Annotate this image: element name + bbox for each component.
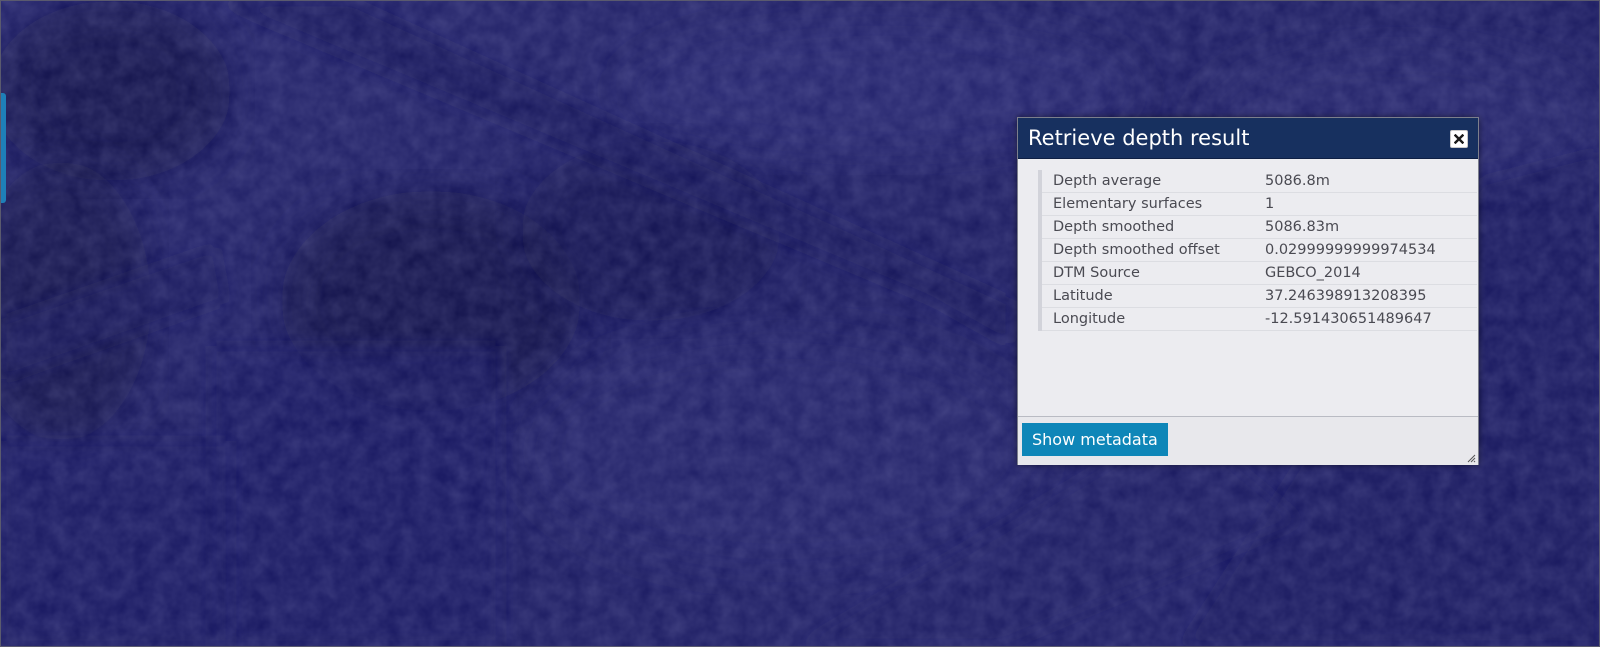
dialog-title: Retrieve depth result [1028,126,1250,150]
table-row: Depth smoothed offset 0.0299999999997453… [1042,239,1477,262]
depth-results-table: Depth average 5086.8m Elementary surface… [1038,170,1477,331]
table-row: Longitude -12.591430651489647 [1042,308,1477,331]
row-value: GEBCO_2014 [1265,265,1361,281]
dialog-header[interactable]: Retrieve depth result [1018,118,1478,159]
dialog-body: Depth average 5086.8m Elementary surface… [1018,159,1478,416]
table-row: Latitude 37.246398913208395 [1042,285,1477,308]
row-key: Longitude [1053,311,1126,327]
resize-grip-icon[interactable] [1466,453,1476,463]
show-metadata-button[interactable]: Show metadata [1022,423,1168,456]
table-row: DTM Source GEBCO_2014 [1042,262,1477,285]
row-key: Depth smoothed [1053,219,1175,235]
close-button[interactable] [1450,130,1468,148]
table-row: Depth average 5086.8m [1042,170,1477,193]
row-value: -12.591430651489647 [1265,311,1432,327]
dialog-footer: Show metadata [1018,416,1478,465]
row-value: 1 [1265,196,1275,212]
row-value: 37.246398913208395 [1265,288,1427,304]
row-key: Depth average [1053,173,1162,189]
row-value: 0.02999999999974534 [1265,242,1436,258]
row-key: DTM Source [1053,265,1140,281]
table-row: Depth smoothed 5086.83m [1042,216,1477,239]
row-value: 5086.83m [1265,219,1340,235]
app-frame: Retrieve depth result Depth average 5086… [0,0,1600,647]
row-key: Elementary surfaces [1053,196,1203,212]
row-key: Latitude [1053,288,1113,304]
row-value: 5086.8m [1265,173,1330,189]
depth-result-dialog: Retrieve depth result Depth average 5086… [1017,117,1479,465]
close-icon [1454,134,1464,144]
side-panel-tab[interactable] [1,93,6,203]
row-key: Depth smoothed offset [1053,242,1220,258]
table-row: Elementary surfaces 1 [1042,193,1477,216]
